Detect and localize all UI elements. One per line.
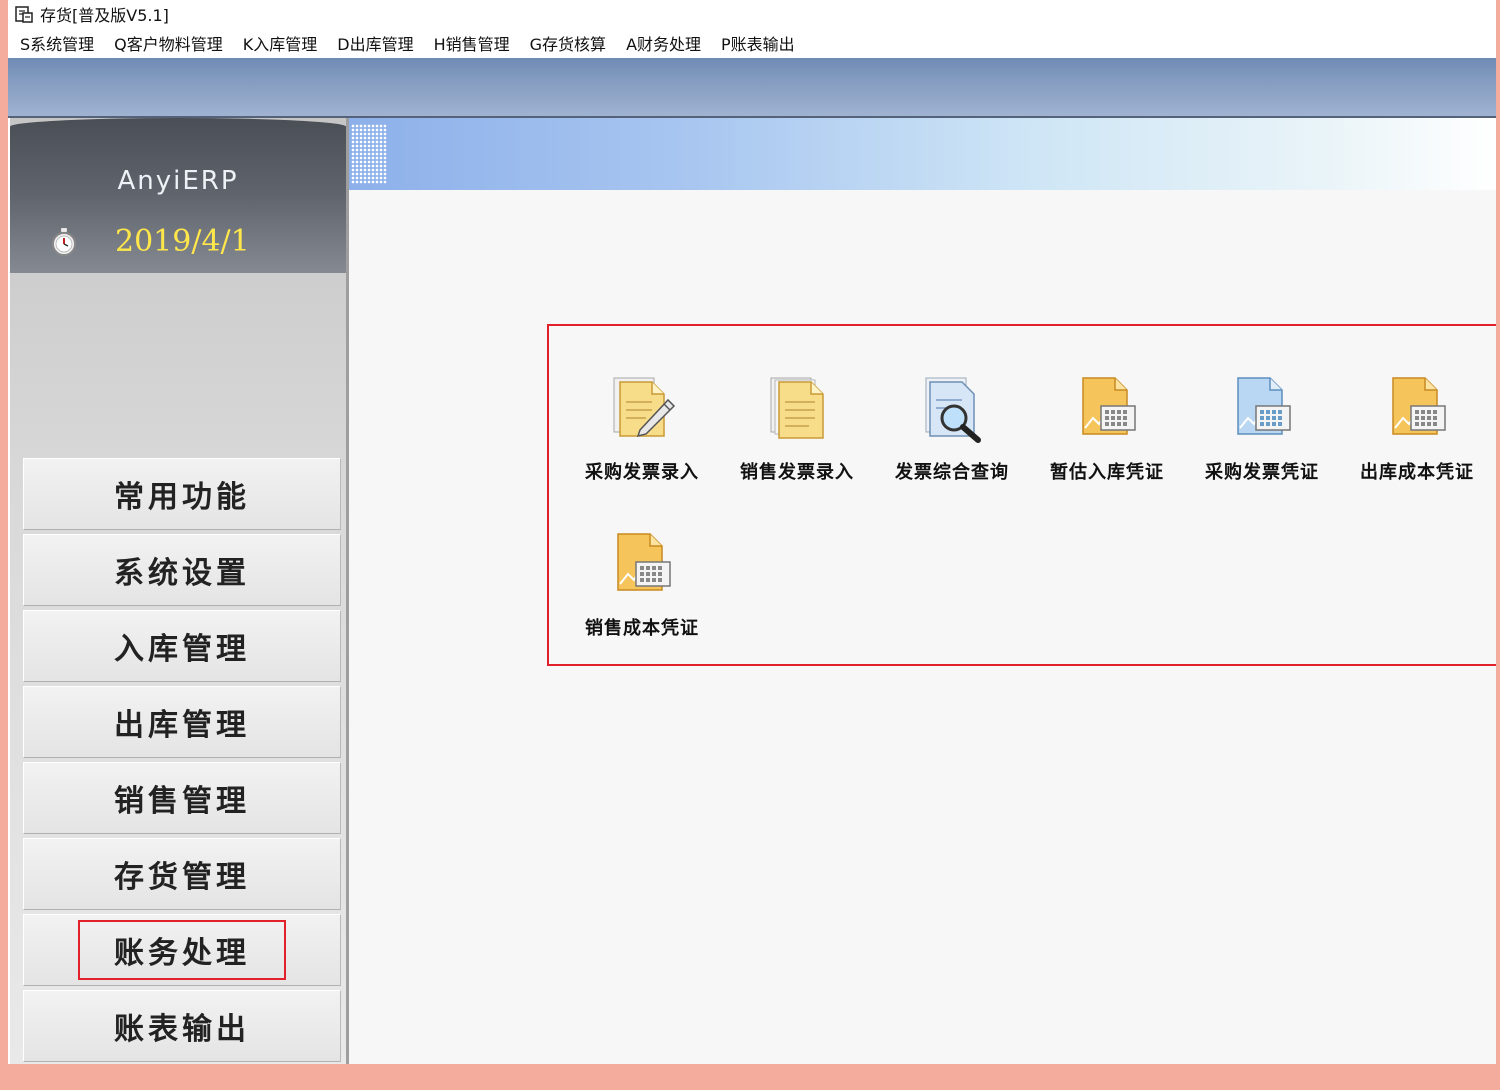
window-title: 存货[普及版V5.1] (40, 6, 169, 25)
func-label: 出库成本凭证 (1360, 462, 1474, 483)
func-label: 销售成本凭证 (585, 618, 699, 639)
current-date: 2019/4/1 (115, 224, 250, 259)
brand-name: AnyiERP (117, 166, 239, 196)
stopwatch-icon (52, 228, 76, 256)
func-label: 销售发票录入 (740, 462, 854, 483)
menu-inventory-accounting[interactable]: G存货核算 (520, 31, 616, 55)
content-banner (349, 118, 1496, 190)
menu-sales[interactable]: H销售管理 (424, 31, 520, 55)
voucher-icon (617, 533, 671, 591)
function-group: 采购发票录入 销售发票录入 发票综合查询 暂估入库凭证 采购发票凭证 出库成本凭… (547, 324, 1496, 666)
nav-inventory-management[interactable]: 存货管理 (23, 838, 341, 910)
func-invoice-query[interactable]: 发票综合查询 (877, 372, 1027, 502)
func-label: 发票综合查询 (895, 462, 1009, 483)
func-label: 采购发票凭证 (1205, 462, 1319, 483)
menu-inbound[interactable]: K入库管理 (233, 31, 328, 55)
nav-outbound-management[interactable]: 出库管理 (23, 686, 341, 758)
document-search-icon (925, 377, 981, 443)
func-label: 暂估入库凭证 (1050, 462, 1164, 483)
menu-system[interactable]: S系统管理 (8, 31, 104, 55)
nav-system-settings[interactable]: 系统设置 (23, 534, 341, 606)
func-outbound-cost-voucher[interactable]: 出库成本凭证 (1342, 372, 1492, 502)
voucher-icon (1082, 377, 1136, 435)
content-area: 采购发票录入 销售发票录入 发票综合查询 暂估入库凭证 采购发票凭证 出库成本凭… (349, 118, 1496, 1064)
voucher-blue-icon (1237, 377, 1291, 435)
menu-outbound[interactable]: D出库管理 (327, 31, 423, 55)
nav-label: 系统设置 (114, 556, 250, 591)
app-window: 存货[普及版V5.1] S系统管理 Q客户物料管理 K入库管理 D出库管理 H销… (8, 0, 1496, 1064)
menu-customer-material[interactable]: Q客户物料管理 (104, 31, 233, 55)
nav-label: 销售管理 (114, 784, 250, 819)
nav-inbound-management[interactable]: 入库管理 (23, 610, 341, 682)
func-sales-cost-voucher[interactable]: 销售成本凭证 (567, 528, 717, 658)
app-icon (15, 6, 33, 23)
nav-label: 入库管理 (114, 632, 250, 667)
nav-list: 常用功能 系统设置 入库管理 出库管理 销售管理 存货管理 账务处理 账表输出 (23, 458, 341, 1064)
func-sales-invoice-entry[interactable]: 销售发票录入 (722, 372, 872, 502)
toolbar-band (8, 58, 1496, 118)
document-edit-icon (613, 377, 676, 438)
menu-finance[interactable]: A财务处理 (616, 31, 711, 55)
nav-label: 账表输出 (114, 1012, 250, 1047)
nav-label: 常用功能 (114, 480, 250, 515)
nav-label: 出库管理 (114, 708, 250, 743)
func-purchase-invoice-voucher[interactable]: 采购发票凭证 (1187, 372, 1337, 502)
documents-icon (770, 377, 824, 439)
title-bar: 存货[普及版V5.1] (8, 0, 1496, 28)
sidebar: AnyiERP 2019/4/1 常用功能 系统设置 入库管理 出库管理 销售管… (10, 118, 349, 1064)
nav-accounting[interactable]: 账务处理 (23, 914, 341, 986)
nav-label: 账务处理 (78, 920, 286, 980)
menu-bar: S系统管理 Q客户物料管理 K入库管理 D出库管理 H销售管理 G存货核算 A财… (8, 29, 1496, 57)
func-purchase-invoice-entry[interactable]: 采购发票录入 (567, 372, 717, 502)
menu-report-output[interactable]: P账表输出 (711, 31, 805, 55)
nav-sales-management[interactable]: 销售管理 (23, 762, 341, 834)
banner-dots (351, 124, 387, 184)
nav-label: 存货管理 (114, 860, 250, 895)
nav-report-output[interactable]: 账表输出 (23, 990, 341, 1062)
func-label: 采购发票录入 (585, 462, 699, 483)
brand-panel: AnyiERP 2019/4/1 (10, 118, 346, 273)
func-provisional-inbound-voucher[interactable]: 暂估入库凭证 (1032, 372, 1182, 502)
nav-common-functions[interactable]: 常用功能 (23, 458, 341, 530)
voucher-icon (1392, 377, 1446, 435)
